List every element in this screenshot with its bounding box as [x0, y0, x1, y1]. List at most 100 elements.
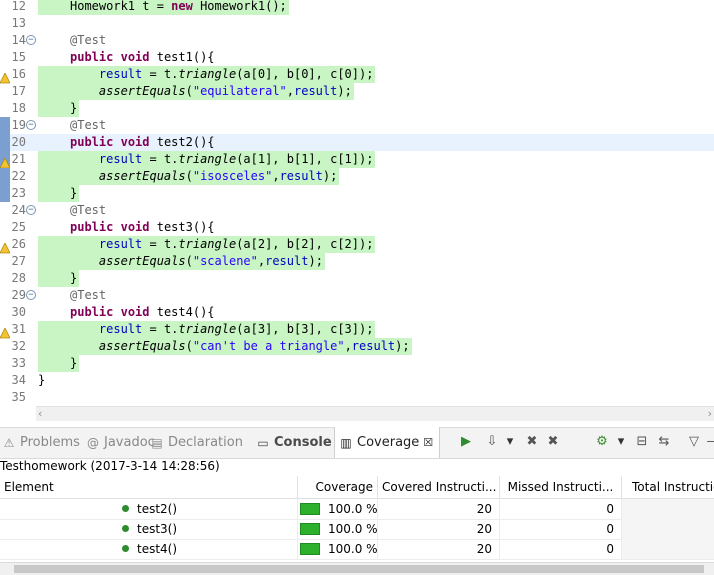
console-icon: ▭: [257, 436, 269, 450]
fold-toggle-icon[interactable]: −: [26, 120, 36, 130]
annotation-token: @Test: [70, 33, 107, 47]
dropdown-icon[interactable]: ▾: [616, 434, 626, 450]
method-icon: [122, 525, 129, 532]
dropdown-icon[interactable]: ▾: [505, 434, 515, 450]
code-line: 15 public void test1(){: [0, 49, 714, 66]
element-cell: test4(): [0, 539, 298, 559]
code-line: 14− @Test: [0, 32, 714, 49]
line-number: 31: [11, 322, 26, 336]
code-line: 24− @Test: [0, 202, 714, 219]
coverage-bar: [300, 542, 320, 555]
code-line: 21 result = t.triangle(a[1], b[1], c[1])…: [0, 151, 714, 169]
total-instructions-cell: [622, 539, 714, 559]
table-row[interactable]: test3() 100.0 % 20 0: [0, 519, 714, 540]
line-number: 15: [11, 50, 26, 64]
keyword-token: public: [70, 305, 114, 319]
code-text: }: [38, 185, 80, 202]
line-number: 29: [11, 288, 26, 302]
link-with-editor-icon[interactable]: ⇆: [656, 434, 672, 450]
missed-instructions-cell: 0: [500, 539, 622, 559]
coverage-icon: ▥: [340, 435, 352, 450]
column-header-covered[interactable]: Covered Instructi...: [378, 476, 500, 498]
tab-declaration[interactable]: ▤ Declaration: [150, 428, 243, 458]
tab-javadoc[interactable]: @ Javadoc: [86, 428, 155, 458]
line-number: 16: [11, 67, 26, 81]
remove-all-sessions-icon[interactable]: ✖: [545, 434, 561, 450]
code-token: Homework1 t =: [70, 0, 172, 13]
keyword-token: void: [120, 50, 150, 64]
dump-execution-data-icon[interactable]: ⇩: [484, 434, 500, 450]
occurrence-marker: [0, 185, 10, 202]
table-row[interactable]: test2() 100.0 % 20 0: [0, 499, 714, 520]
code-text: result = t.triangle(a[0], b[0], c[0]);: [38, 66, 376, 83]
tab-problems[interactable]: ⚠ Problems: [2, 428, 80, 458]
fold-toggle-icon[interactable]: −: [26, 290, 36, 300]
coverage-bar: [300, 522, 320, 535]
method-call-token: triangle: [178, 322, 237, 336]
line-number: 23: [11, 186, 26, 200]
line-number: 14: [11, 33, 26, 47]
scroll-left-icon[interactable]: ‹: [38, 407, 42, 421]
remove-session-icon[interactable]: ✖: [524, 434, 540, 450]
tab-coverage[interactable]: ▥ Coverage ☒: [334, 427, 441, 458]
code-text: result = t.triangle(a[1], b[1], c[1]);: [38, 151, 376, 168]
scrollbar-thumb[interactable]: [14, 565, 704, 573]
warning-icon[interactable]: [0, 239, 11, 254]
method-call-token: triangle: [178, 237, 237, 251]
warning-icon[interactable]: [0, 324, 11, 339]
field-token: result: [294, 84, 338, 98]
code-text: }: [38, 355, 80, 372]
fold-toggle-icon[interactable]: −: [26, 205, 36, 215]
editor-horizontal-scrollbar[interactable]: ‹ ›: [36, 406, 714, 421]
code-text: @Test: [70, 287, 106, 304]
element-cell: test3(): [0, 519, 298, 539]
code-editor[interactable]: 12 Homework1 t = new Homework1(); 13 14− @Te…: [0, 0, 714, 406]
collapse-all-icon[interactable]: ⊟: [634, 434, 650, 450]
scroll-right-icon[interactable]: ›: [708, 407, 712, 421]
column-header-element[interactable]: Element: [0, 476, 298, 498]
keyword-token: void: [120, 135, 150, 149]
relaunch-icon[interactable]: ▶: [458, 434, 474, 450]
code-line: 33}: [0, 355, 714, 372]
code-line: 19− @Test: [0, 117, 714, 134]
element-cell: test2(): [0, 499, 298, 519]
code-token: );: [308, 254, 323, 268]
annotation-token: @Test: [70, 118, 107, 132]
code-text: @Test: [70, 202, 106, 219]
code-token: }: [70, 271, 78, 285]
code-token: }: [70, 186, 78, 200]
line-number: 32: [11, 339, 26, 353]
tab-console[interactable]: ▭ Console: [256, 428, 331, 458]
code-line: 17 assertEquals("equilateral",result);: [0, 83, 714, 100]
field-token: result: [98, 322, 143, 336]
method-call-token: triangle: [178, 67, 237, 81]
merge-sessions-icon[interactable]: ⚙: [594, 434, 610, 450]
code-token: }: [70, 101, 78, 115]
fold-toggle-icon[interactable]: −: [26, 35, 36, 45]
table-row[interactable]: test4() 100.0 % 20 0: [0, 539, 714, 560]
code-text: }: [38, 100, 80, 117]
minimize-icon[interactable]: —: [705, 434, 714, 450]
code-line: 29− @Test: [0, 287, 714, 304]
column-header-total[interactable]: Total Instructio: [622, 476, 714, 498]
column-header-missed[interactable]: Missed Instructi...: [500, 476, 622, 498]
code-line: 16 result = t.triangle(a[0], b[0], c[0])…: [0, 66, 714, 84]
column-header-coverage[interactable]: Coverage: [298, 476, 378, 498]
close-icon[interactable]: ☒: [423, 428, 433, 458]
view-menu-icon[interactable]: ▽: [686, 434, 702, 450]
code-token: Homework1();: [192, 0, 287, 13]
coverage-cell: 100.0 %: [298, 519, 378, 539]
line-number: 34: [11, 373, 26, 387]
code-token: = t.: [142, 152, 179, 166]
code-line: 27 assertEquals("scalene",result);: [0, 253, 714, 270]
coverage-horizontal-scrollbar[interactable]: [0, 562, 714, 575]
code-token: = t.: [142, 237, 179, 251]
warning-icon[interactable]: [0, 154, 11, 169]
warning-icon[interactable]: [0, 69, 11, 84]
